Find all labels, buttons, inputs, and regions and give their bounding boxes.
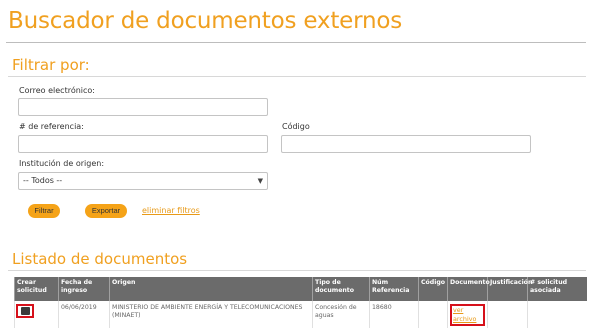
table-header-row: Crear solicitud Fecha de ingreso Origen … <box>14 277 587 301</box>
view-file-link[interactable]: ver archivo <box>453 306 476 323</box>
page-title: Buscador de documentos externos <box>8 8 402 34</box>
reference-cell: 18680 <box>369 301 419 328</box>
document-link-highlight: ver archivo <box>450 304 485 326</box>
chevron-down-icon: ▼ <box>257 177 263 185</box>
code-label: Código <box>282 122 310 131</box>
column-header-associated-request: # solicitud asociada <box>527 277 587 301</box>
origin-cell: MINISTERIO DE AMBIENTE ENERGÍA Y TELECOM… <box>109 301 313 328</box>
create-request-cell <box>14 301 59 328</box>
documents-table: Crear solicitud Fecha de ingreso Origen … <box>14 277 587 328</box>
filter-section-title: Filtrar por: <box>12 56 90 74</box>
clear-filters-link[interactable]: eliminar filtros <box>142 206 200 215</box>
institution-label: Institución de origen: <box>19 159 105 168</box>
list-divider <box>8 270 586 271</box>
associated-request-cell <box>527 301 587 328</box>
column-header-document: Documento <box>447 277 490 301</box>
date-cell: 06/06/2019 <box>58 301 110 328</box>
institution-select[interactable]: -- Todos -- ▼ <box>18 172 268 190</box>
reference-field[interactable] <box>18 135 268 153</box>
institution-select-value: -- Todos -- <box>23 176 63 185</box>
column-header-origin: Origen <box>109 277 313 301</box>
reference-label: # de referencia: <box>19 122 84 131</box>
column-header-code: Código <box>418 277 448 301</box>
email-label: Correo electrónico: <box>19 86 95 95</box>
create-request-icon <box>20 307 30 315</box>
email-field[interactable] <box>18 98 268 116</box>
justification-cell <box>487 301 528 328</box>
document-cell: ver archivo <box>447 301 488 328</box>
column-header-justification: Justificación <box>487 277 532 301</box>
table-row: 06/06/2019 MINISTERIO DE AMBIENTE ENERGÍ… <box>14 301 587 328</box>
column-header-reference: Núm Referencia <box>369 277 419 301</box>
column-header-create: Crear solicitud <box>14 277 59 301</box>
filter-divider <box>8 76 586 77</box>
column-header-doc-type: Tipo de documento <box>312 277 370 301</box>
create-request-button[interactable] <box>16 304 34 318</box>
title-divider <box>6 42 586 43</box>
filter-button[interactable]: Filtrar <box>28 204 60 218</box>
column-header-date: Fecha de ingreso <box>58 277 110 301</box>
code-field[interactable] <box>281 135 531 153</box>
code-cell <box>418 301 448 328</box>
doc-type-cell: Concesión de aguas <box>312 301 370 328</box>
list-section-title: Listado de documentos <box>12 250 188 268</box>
export-button[interactable]: Exportar <box>85 204 127 218</box>
